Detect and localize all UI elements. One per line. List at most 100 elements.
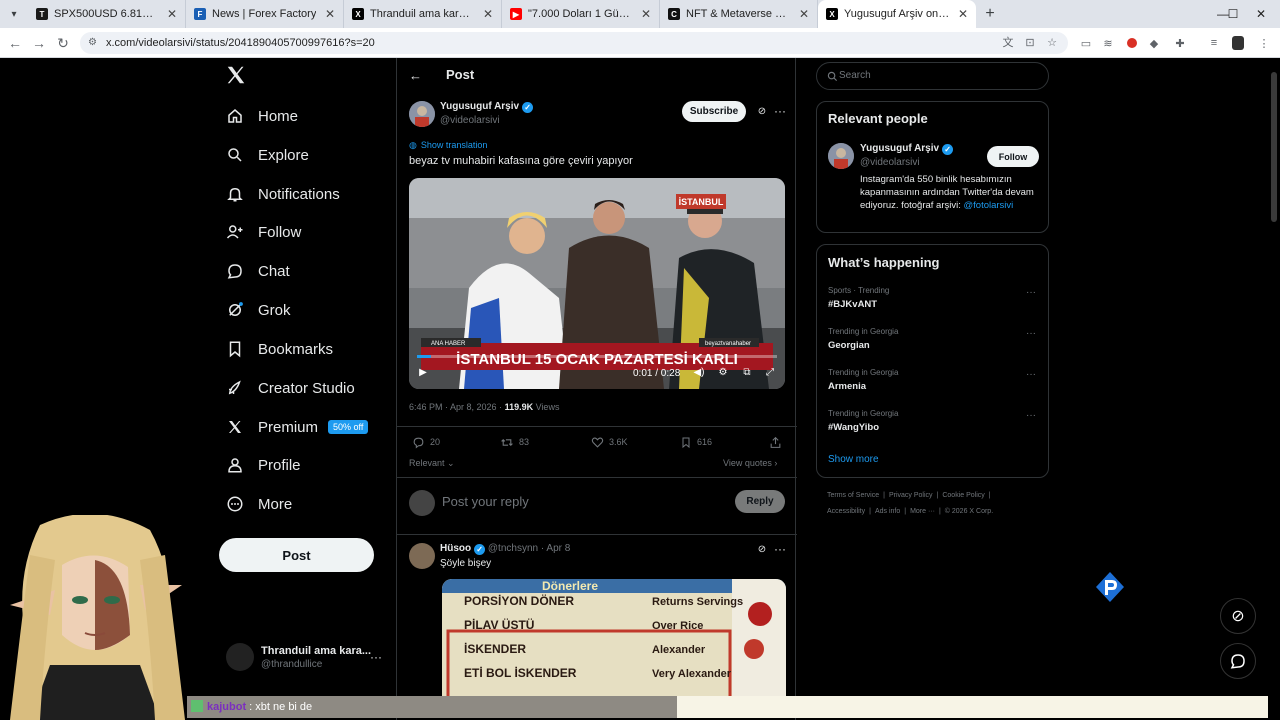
person-avatar[interactable] <box>828 143 854 169</box>
trend-more-icon[interactable]: ··· <box>1026 369 1036 380</box>
show-translation-link[interactable]: ◍ Show translation <box>409 140 487 151</box>
play-icon[interactable]: ▶ <box>417 367 429 379</box>
extensions-puzzle-icon[interactable]: ✚ <box>1172 35 1188 51</box>
page-scrollbar[interactable] <box>1268 58 1280 688</box>
grok-floating-button[interactable]: ⊘ <box>1220 598 1256 634</box>
scrollbar-thumb[interactable] <box>1271 72 1277 222</box>
trend-item[interactable]: Trending in Georgia Georgian ··· <box>828 327 1043 355</box>
trend-item[interactable]: Trending in Georgia #WangYibo ··· <box>828 409 1043 437</box>
sort-replies-dropdown[interactable]: Relevant ⌄ <box>409 458 455 469</box>
extension-shield-icon[interactable]: ◆ <box>1146 35 1162 51</box>
fullscreen-icon[interactable]: ⤢ <box>764 367 776 379</box>
person-bio-link[interactable]: @fotolarsivi <box>964 200 1014 211</box>
more-options-icon[interactable]: ··· <box>773 543 787 556</box>
footer-link[interactable]: Privacy Policy <box>889 492 933 499</box>
pip-icon[interactable]: ⧉ <box>741 367 753 379</box>
nav-item-premium[interactable]: Premium 50% off <box>226 414 369 440</box>
video-player[interactable]: İSTANBUL ANA HABER beyaztvanahaber İSTAN… <box>409 178 785 389</box>
search-box[interactable]: Search <box>816 62 1049 90</box>
follow-button[interactable]: Follow <box>987 146 1039 167</box>
close-tab-icon[interactable]: ✕ <box>483 7 493 21</box>
new-tab-button[interactable]: + <box>976 0 1004 28</box>
nav-item-grok[interactable]: Grok <box>226 297 291 323</box>
close-tab-icon[interactable]: ✕ <box>641 7 651 21</box>
share-action[interactable] <box>769 434 787 450</box>
address-bar[interactable]: ⚙ x.com/videolarsivi/status/204189040570… <box>80 32 1068 54</box>
browser-tab[interactable]: C NFT & Metaverse arşivleri | Ajans ✕ <box>660 0 818 28</box>
close-tab-icon[interactable]: ✕ <box>958 7 968 21</box>
author-name[interactable]: Yugusuguf Arşiv ✓ <box>440 101 534 113</box>
close-tab-icon[interactable]: ✕ <box>325 7 335 21</box>
close-tab-icon[interactable]: ✕ <box>167 7 177 21</box>
nav-item-notifications[interactable]: Notifications <box>226 181 340 207</box>
bookmark-action[interactable]: 616 <box>680 434 712 450</box>
reply-image[interactable]: Dönerlere PORSİYON DÖNER Returns Servings… <box>442 579 786 709</box>
back-arrow-icon[interactable]: ← <box>6 34 24 52</box>
grok-icon[interactable]: ⊘ <box>756 106 768 118</box>
nav-item-chat[interactable]: Chat <box>226 258 290 284</box>
trend-more-icon[interactable]: ··· <box>1026 410 1036 421</box>
like-action[interactable]: 3.6K <box>591 434 628 450</box>
browser-tab[interactable]: T SPX500USD 6.819,3 ▼ −0.11% ✕ <box>28 0 186 28</box>
x-logo-icon[interactable] <box>225 64 247 86</box>
chat-floating-button[interactable] <box>1220 643 1256 679</box>
close-tab-icon[interactable]: ✕ <box>799 7 809 21</box>
settings-gear-icon[interactable]: ⚙ <box>717 367 729 379</box>
extension-media-icon[interactable]: ▭ <box>1078 35 1094 51</box>
reply-button[interactable]: Reply <box>735 490 785 513</box>
tab-search-icon[interactable]: ▾ <box>0 0 28 28</box>
view-quotes-link[interactable]: View quotes › <box>723 458 777 468</box>
site-info-icon[interactable]: ⚙ <box>88 37 100 49</box>
reply-input[interactable]: Post your reply <box>442 494 529 509</box>
reload-icon[interactable]: ↻ <box>54 34 72 52</box>
subscribe-button[interactable]: Subscribe <box>682 101 746 122</box>
author-avatar[interactable] <box>409 101 435 127</box>
browser-tab[interactable]: ▶ "7.000 Doları 1 Günde Kaybetti" ✕ <box>502 0 660 28</box>
nav-item-follow[interactable]: Follow <box>226 219 301 245</box>
footer-link[interactable]: © 2026 X Corp. <box>945 508 993 515</box>
browser-tab[interactable]: X Yugusuguf Arşiv on X: "beyaz tv ✕ <box>818 0 976 28</box>
reply-action[interactable]: 20 <box>412 434 440 450</box>
close-window-button[interactable]: ✕ <box>1242 0 1280 28</box>
browser-tab[interactable]: F News | Forex Factory ✕ <box>186 0 344 28</box>
footer-link[interactable]: More ··· <box>910 508 935 515</box>
reply-author-avatar[interactable] <box>409 543 435 569</box>
volume-icon[interactable]: ◀) <box>693 367 705 379</box>
forward-arrow-icon[interactable]: → <box>30 34 48 52</box>
translate-icon[interactable]: 文 <box>1002 37 1014 49</box>
trend-item[interactable]: Sports · Trending #BJKvANT ··· <box>828 286 1043 314</box>
trend-more-icon[interactable]: ··· <box>1026 328 1036 339</box>
nav-item-more[interactable]: More <box>226 491 292 517</box>
footer-link[interactable]: Accessibility <box>827 508 865 515</box>
grok-icon[interactable]: ⊘ <box>756 544 768 556</box>
reply-author[interactable]: Hüsoo ✓ @tnchsynn · Apr 8 <box>440 543 570 555</box>
profile-avatar-icon[interactable] <box>1230 35 1246 51</box>
nav-item-bookmarks[interactable]: Bookmarks <box>226 336 333 362</box>
media-controls-icon[interactable]: ≡ <box>1206 35 1222 51</box>
nav-item-home[interactable]: Home <box>226 103 298 129</box>
install-app-icon[interactable]: ⊡ <box>1024 37 1036 49</box>
nav-item-creator-studio[interactable]: Creator Studio <box>226 375 355 401</box>
nav-item-profile[interactable]: Profile <box>226 452 301 478</box>
more-options-icon[interactable]: ··· <box>773 105 787 118</box>
trend-item[interactable]: Trending in Georgia Armenia ··· <box>828 368 1043 396</box>
extension-badge-icon[interactable] <box>1124 35 1140 51</box>
person-name[interactable]: Yugusuguf Arşiv ✓ <box>860 143 954 155</box>
extension-audio-icon[interactable]: ≋ <box>1100 35 1116 51</box>
account-switcher[interactable]: Thranduil ama kara... @thrandullice ··· <box>226 643 386 673</box>
footer-link[interactable]: Ads info <box>875 508 900 515</box>
repost-action[interactable]: 83 <box>500 434 529 450</box>
trend-more-icon[interactable]: ··· <box>1026 287 1036 298</box>
star-icon[interactable]: ☆ <box>1046 37 1058 49</box>
browser-tab[interactable]: X Thranduil ama karanlık (@thrandullice) ✕ <box>344 0 502 28</box>
footer-link[interactable]: Terms of Service <box>827 492 879 499</box>
search-input[interactable]: Search <box>839 70 871 81</box>
nav-item-explore[interactable]: Explore <box>226 142 309 168</box>
back-arrow-icon[interactable]: ← <box>409 68 422 83</box>
author-handle[interactable]: @videolarsivi <box>440 115 500 126</box>
account-more-icon[interactable]: ··· <box>370 650 382 664</box>
post-button[interactable]: Post <box>219 538 374 572</box>
show-more-link[interactable]: Show more <box>828 454 879 465</box>
browser-menu-icon[interactable]: ⋮ <box>1256 35 1272 51</box>
footer-link[interactable]: Cookie Policy <box>942 492 984 499</box>
